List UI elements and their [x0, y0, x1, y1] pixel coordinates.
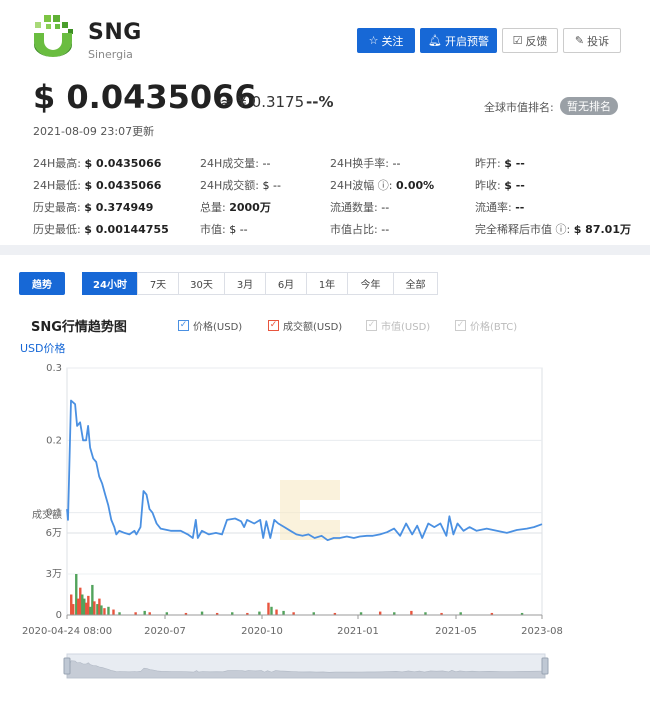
zoom-handle-left [63, 657, 71, 675]
volume-bar [258, 611, 261, 615]
price-tick-label: 0.2 [46, 435, 62, 446]
volume-bar [112, 609, 115, 615]
volume-bar [103, 608, 106, 615]
volume-bar [200, 611, 204, 615]
x-tick-label: 2021-05 [435, 626, 477, 637]
x-tick-label: 2021-01 [337, 626, 379, 637]
volume-bar [282, 610, 285, 615]
volume-bar [107, 606, 110, 615]
volume-tick-label: 6万 [46, 528, 62, 539]
price-tick-label: 0.3 [46, 363, 62, 374]
price-series-line [66, 399, 543, 542]
volume-bar [100, 605, 103, 615]
price-axis-label: USD价格 [20, 341, 66, 355]
volume-bar [267, 602, 270, 615]
zoom-handle-right [541, 657, 549, 675]
volume-tick-label: 3万 [46, 569, 62, 580]
volume-bar [143, 610, 146, 615]
volume-bar [93, 601, 96, 615]
x-tick-label: 2020-10 [241, 626, 283, 637]
x-tick-label: 2023-08 [521, 626, 563, 637]
volume-bar [72, 604, 75, 615]
volume-bar [410, 610, 413, 615]
x-tick-label: 2020-07 [144, 626, 186, 637]
volume-bar [270, 606, 273, 615]
volume-tick-label: 0 [56, 610, 62, 621]
watermark-logo-icon [280, 480, 340, 540]
x-tick-label: 2020-04-24 08:00 [22, 626, 112, 637]
volume-bar [275, 609, 278, 615]
volume-bar [378, 611, 382, 615]
price-trend-chart[interactable]: 0.30.20.1USD价格成交额6万3万02020-04-24 08:00 20… [0, 0, 650, 724]
volume-axis-label: 成交额 [32, 508, 62, 521]
